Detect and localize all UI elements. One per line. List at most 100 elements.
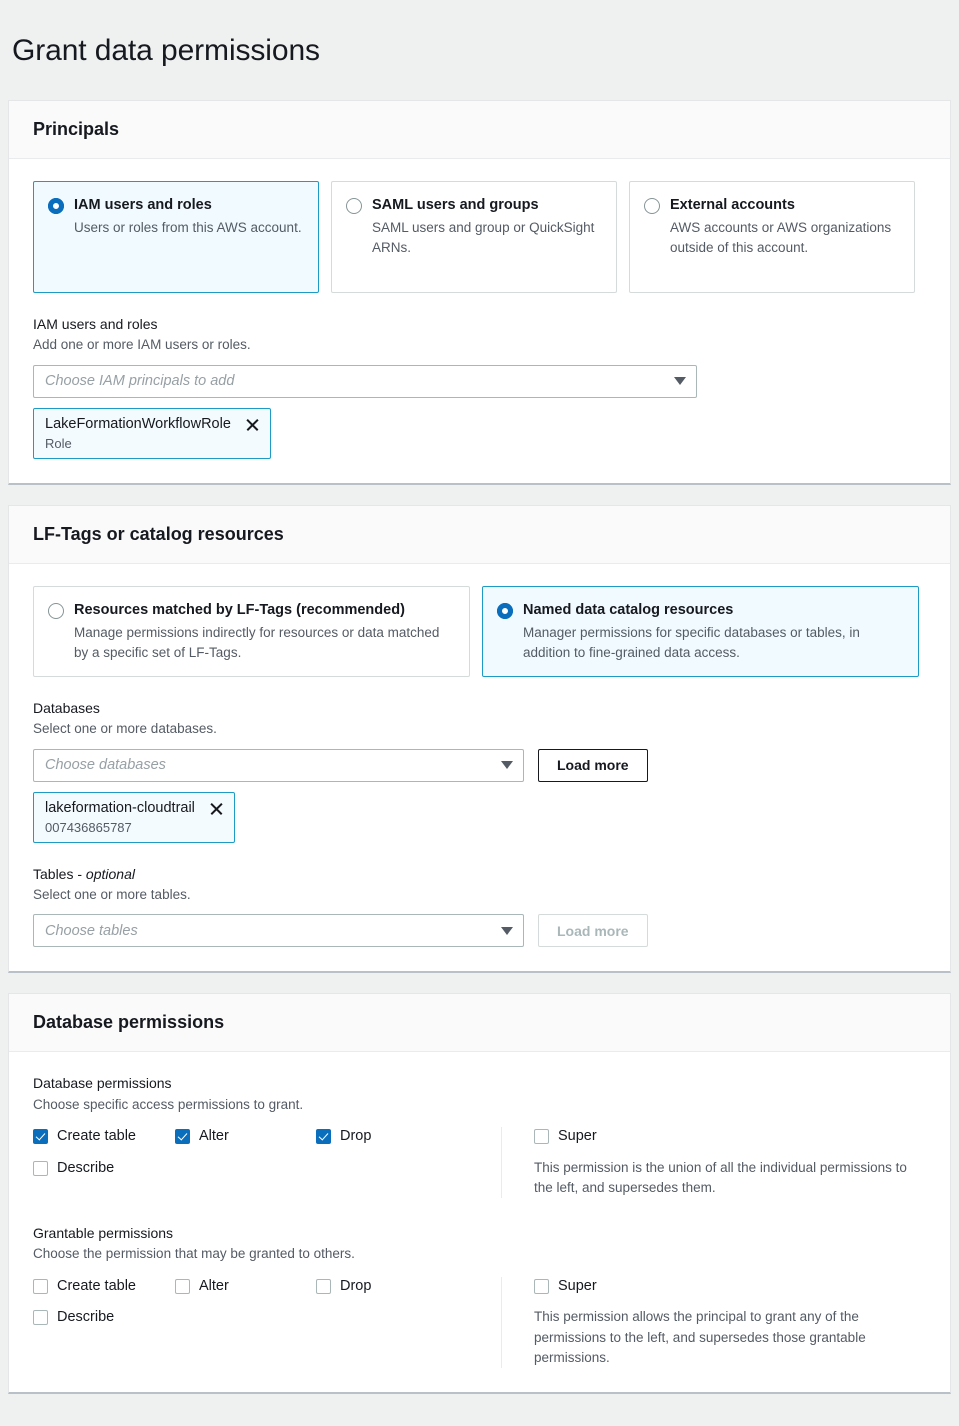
databases-token-list: lakeformation-cloudtrail 007436865787 — [33, 782, 926, 843]
principal-option-iam-users-and-roles[interactable]: IAM users and roles Users or roles from … — [33, 181, 319, 293]
checkbox-grantable-alter[interactable]: Alter — [175, 1277, 316, 1296]
principals-container: Principals IAM users and roles Users or … — [8, 100, 951, 485]
databases-row: Choose databases Load more — [33, 749, 926, 782]
permission-grid: Create table Alter Drop — [33, 1277, 926, 1369]
database-permissions-container: Database permissions Database permission… — [8, 993, 951, 1394]
permission-note: This permission allows the principal to … — [534, 1307, 926, 1368]
tables-label-text: Tables - — [33, 866, 86, 882]
databases-label: Databases — [33, 699, 926, 717]
checkbox-row: Describe — [33, 1159, 501, 1178]
principal-option-external-accounts[interactable]: External accounts AWS accounts or AWS or… — [629, 181, 915, 293]
checkbox-label: Drop — [340, 1277, 371, 1296]
databases-select[interactable]: Choose databases — [33, 749, 524, 782]
radio-saml-users-and-groups-icon[interactable] — [346, 198, 362, 214]
checkbox-label: Describe — [57, 1308, 114, 1327]
resource-option-label: Named data catalog resources — [523, 602, 733, 618]
resource-type-radio-group: Resources matched by LF-Tags (recommende… — [33, 586, 926, 677]
chevron-down-icon[interactable] — [674, 377, 686, 385]
permission-block-hint: Choose specific access permissions to gr… — [33, 1096, 926, 1114]
checkbox-label: Describe — [57, 1159, 114, 1178]
permission-block-hint: Choose the permission that may be grante… — [33, 1245, 926, 1263]
token-label: lakeformation-cloudtrail — [45, 800, 195, 817]
radio-lf-tags-icon[interactable] — [48, 603, 64, 619]
checkbox-grantable-create-table[interactable]: Create table — [33, 1277, 175, 1296]
permission-block-label: Database permissions — [33, 1074, 926, 1092]
token-item: LakeFormationWorkflowRole Role — [33, 408, 271, 459]
checkbox-describe[interactable]: Describe — [33, 1159, 175, 1178]
remove-token-icon[interactable] — [245, 417, 260, 432]
resource-option-desc: Manage permissions indirectly for resour… — [74, 623, 453, 662]
resource-option-named-catalog-resources[interactable]: Named data catalog resources Manager per… — [482, 586, 919, 677]
chevron-down-icon[interactable] — [501, 927, 513, 935]
checkbox-row: Create table Alter Drop — [33, 1127, 501, 1146]
database-permissions-header: Database permissions — [9, 994, 950, 1052]
remove-token-icon[interactable] — [209, 801, 224, 816]
checkbox-row: Create table Alter Drop — [33, 1277, 501, 1296]
iam-principals-label: IAM users and roles — [33, 315, 926, 333]
checkbox-icon[interactable] — [175, 1129, 190, 1144]
checkbox-grantable-drop[interactable]: Drop — [316, 1277, 371, 1296]
checkbox-label: Alter — [199, 1127, 229, 1146]
permission-block-label: Grantable permissions — [33, 1224, 926, 1242]
checkbox-drop[interactable]: Drop — [316, 1127, 371, 1146]
token-main-row: lakeformation-cloudtrail — [45, 800, 224, 817]
tables-select[interactable]: Choose tables — [33, 914, 524, 947]
principals-body: IAM users and roles Users or roles from … — [9, 159, 950, 483]
permission-super-column: Super This permission allows the princip… — [501, 1277, 926, 1369]
checkbox-label: Alter — [199, 1277, 229, 1296]
resources-section-title: LF-Tags or catalog resources — [33, 524, 926, 545]
iam-principals-row: Choose IAM principals to add — [33, 365, 926, 398]
checkbox-icon[interactable] — [33, 1310, 48, 1325]
resources-header: LF-Tags or catalog resources — [9, 506, 950, 564]
resource-option-lf-tags[interactable]: Resources matched by LF-Tags (recommende… — [33, 586, 470, 677]
checkbox-alter[interactable]: Alter — [175, 1127, 316, 1146]
page-title: Grant data permissions — [0, 20, 959, 80]
permission-block-grantable: Grantable permissions Choose the permiss… — [33, 1224, 926, 1368]
token-label: LakeFormationWorkflowRole — [45, 416, 231, 433]
principal-option-label: SAML users and groups — [372, 197, 539, 213]
checkbox-icon[interactable] — [33, 1129, 48, 1144]
databases-hint: Select one or more databases. — [33, 720, 926, 738]
checkbox-super[interactable]: Super — [534, 1127, 926, 1146]
principal-option-label: External accounts — [670, 197, 795, 213]
checkbox-create-table[interactable]: Create table — [33, 1127, 175, 1146]
radio-named-catalog-resources-icon[interactable] — [497, 603, 513, 619]
checkbox-grantable-super[interactable]: Super — [534, 1277, 926, 1296]
checkbox-icon[interactable] — [33, 1279, 48, 1294]
tables-placeholder: Choose tables — [45, 923, 138, 939]
radio-iam-users-and-roles-icon[interactable] — [48, 198, 64, 214]
permission-checkbox-column: Create table Alter Drop — [33, 1277, 501, 1369]
checkbox-label: Create table — [57, 1277, 136, 1296]
checkbox-icon[interactable] — [534, 1279, 549, 1294]
checkbox-icon[interactable] — [316, 1279, 331, 1294]
token-item: lakeformation-cloudtrail 007436865787 — [33, 792, 235, 843]
checkbox-icon[interactable] — [175, 1279, 190, 1294]
permission-grid: Create table Alter Drop — [33, 1127, 926, 1198]
permission-note: This permission is the union of all the … — [534, 1158, 926, 1199]
chevron-down-icon[interactable] — [501, 761, 513, 769]
checkbox-label: Super — [558, 1127, 597, 1146]
checkbox-label: Create table — [57, 1127, 136, 1146]
principal-option-label: IAM users and roles — [74, 197, 212, 213]
resource-option-desc: Manager permissions for specific databas… — [523, 623, 902, 662]
checkbox-icon[interactable] — [316, 1129, 331, 1144]
database-permissions-section-title: Database permissions — [33, 1012, 926, 1033]
databases-load-more-button[interactable]: Load more — [538, 749, 648, 782]
resources-body: Resources matched by LF-Tags (recommende… — [9, 564, 950, 971]
checkbox-icon[interactable] — [33, 1161, 48, 1176]
radio-external-accounts-icon[interactable] — [644, 198, 660, 214]
iam-principals-hint: Add one or more IAM users or roles. — [33, 336, 926, 354]
checkbox-icon[interactable] — [534, 1129, 549, 1144]
permission-checkbox-column: Create table Alter Drop — [33, 1127, 501, 1198]
token-main-row: LakeFormationWorkflowRole — [45, 416, 260, 433]
checkbox-grantable-describe[interactable]: Describe — [33, 1308, 175, 1327]
iam-principals-select[interactable]: Choose IAM principals to add — [33, 365, 697, 398]
permission-super-column: Super This permission is the union of al… — [501, 1127, 926, 1198]
databases-field: Databases Select one or more databases. … — [33, 699, 926, 843]
iam-principals-token-list: LakeFormationWorkflowRole Role — [33, 398, 926, 459]
tables-row: Choose tables Load more — [33, 914, 926, 947]
tables-hint: Select one or more tables. — [33, 886, 926, 904]
databases-placeholder: Choose databases — [45, 757, 166, 773]
principal-option-saml-users-and-groups[interactable]: SAML users and groups SAML users and gro… — [331, 181, 617, 293]
checkbox-label: Super — [558, 1277, 597, 1296]
